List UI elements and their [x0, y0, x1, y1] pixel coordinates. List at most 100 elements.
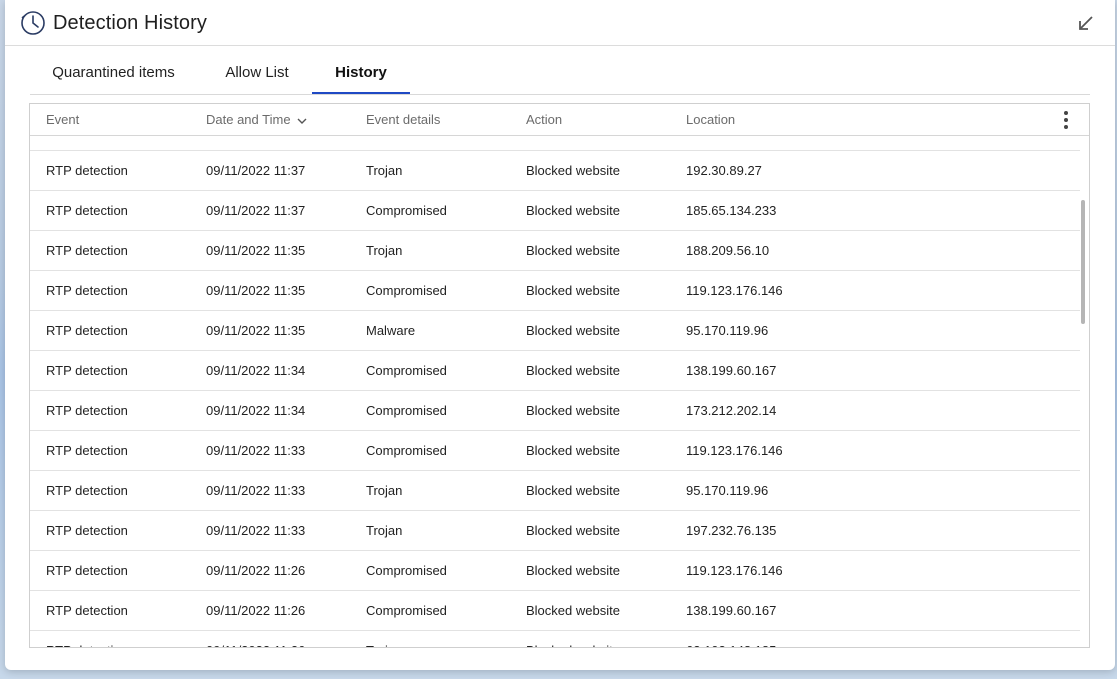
row-divider: [30, 150, 1080, 151]
cell-action: Blocked website: [526, 363, 620, 378]
cell-event-details: Trojan: [366, 163, 403, 178]
cell-event: RTP detection: [46, 363, 128, 378]
cell-date-time: 09/11/2022 11:26: [206, 563, 306, 578]
table-row[interactable]: RTP detection 09/11/2022 11:34 Compromised…: [30, 391, 1080, 431]
cell-event: RTP detection: [46, 631, 128, 647]
table-row[interactable]: RTP detection 09/11/2022 11:33 Trojan Block…: [30, 471, 1080, 511]
history-table: Event Date and Time Event details Action…: [29, 103, 1090, 648]
vertical-ellipsis-icon[interactable]: [1063, 110, 1069, 130]
page-title: Detection History: [53, 12, 207, 34]
cell-location: 192.30.89.27: [686, 163, 762, 178]
tab-quarantined-items[interactable]: Quarantined items: [51, 46, 176, 94]
table-row[interactable]: RTP detection 09/11/2022 11:37 Compromised…: [30, 191, 1080, 231]
table-row[interactable]: RTP detection 09/11/2022 11:26 Trojan Block…: [30, 631, 1080, 647]
table-row[interactable]: RTP detection 09/11/2022 11:35 Compromised…: [30, 271, 1080, 311]
cell-event: RTP detection: [46, 203, 128, 218]
cell-location: 173.212.202.14: [686, 403, 777, 418]
tab-allow-list[interactable]: Allow List: [220, 46, 294, 94]
cell-event: RTP detection: [46, 563, 128, 578]
cell-event-details: Trojan: [366, 243, 403, 258]
table-body: RTP detection 09/11/2022 11:37 Trojan Block…: [30, 136, 1080, 647]
cell-date-time: 09/11/2022 11:26: [206, 603, 306, 618]
cell-location: 119.123.176.146: [686, 563, 783, 578]
cell-action: Blocked website: [526, 523, 620, 538]
cell-event-details: Compromised: [366, 403, 447, 418]
cell-event-details: Trojan: [366, 523, 403, 538]
tabs-divider: [30, 94, 1090, 95]
cell-action: Blocked website: [526, 163, 620, 178]
chevron-down-icon: [297, 118, 307, 124]
cell-date-time: 09/11/2022 11:26: [206, 631, 305, 647]
cell-event: RTP detection: [46, 523, 128, 538]
cell-date-time: 09/11/2022 11:34: [206, 363, 306, 378]
cell-date-time: 09/11/2022 11:35: [206, 283, 306, 298]
cell-date-time: 09/11/2022 11:37: [206, 203, 306, 218]
table-row[interactable]: RTP detection 09/11/2022 11:33 Compromised…: [30, 431, 1080, 471]
cell-location: 119.123.176.146: [686, 443, 783, 458]
cell-event-details: Trojan: [366, 483, 403, 498]
scrollbar-thumb[interactable]: [1081, 200, 1085, 324]
vertical-scrollbar[interactable]: [1079, 138, 1087, 646]
table-row[interactable]: RTP detection 09/11/2022 11:35 Trojan Block…: [30, 231, 1080, 271]
cell-event: RTP detection: [46, 163, 128, 178]
cell-location: 197.232.76.135: [686, 523, 777, 538]
cell-location: 62.102.148.185: [686, 631, 776, 647]
cell-event-details: Trojan: [366, 631, 402, 647]
cell-location: 138.199.60.167: [686, 363, 777, 378]
cell-action: Blocked website: [526, 631, 620, 647]
detection-history-window: Detection History Quarantined items Allo…: [5, 0, 1115, 670]
cell-date-time: 09/11/2022 11:37: [206, 163, 306, 178]
arrow-down-left-icon[interactable]: [1077, 14, 1095, 32]
cell-location: 119.123.176.146: [686, 283, 783, 298]
cell-event: RTP detection: [46, 243, 128, 258]
cell-date-time: 09/11/2022 11:33: [206, 523, 306, 538]
column-header-date-and-time[interactable]: Date and Time: [206, 104, 307, 136]
cell-event: RTP detection: [46, 403, 128, 418]
cell-date-time: 09/11/2022 11:33: [206, 483, 306, 498]
clock-icon: [21, 11, 45, 35]
cell-event-details: Compromised: [366, 203, 447, 218]
cell-action: Blocked website: [526, 243, 620, 258]
cell-action: Blocked website: [526, 443, 620, 458]
cell-action: Blocked website: [526, 323, 620, 338]
table-row[interactable]: RTP detection 09/11/2022 11:33 Trojan Block…: [30, 511, 1080, 551]
cell-event: RTP detection: [46, 323, 128, 338]
table-row[interactable]: RTP detection 09/11/2022 11:26 Compromised…: [30, 591, 1080, 631]
cell-location: 185.65.134.233: [686, 203, 777, 218]
title-bar: Detection History: [5, 0, 1115, 46]
cell-event: RTP detection: [46, 483, 128, 498]
column-header-location[interactable]: Location: [686, 104, 735, 136]
table-row[interactable]: RTP detection 09/11/2022 11:26 Compromised…: [30, 551, 1080, 591]
cell-event: RTP detection: [46, 443, 128, 458]
tab-bar: Quarantined items Allow List History: [30, 46, 1090, 95]
column-header-event-details[interactable]: Event details: [366, 104, 440, 136]
cell-event-details: Compromised: [366, 603, 447, 618]
cell-action: Blocked website: [526, 483, 620, 498]
tab-history[interactable]: History: [312, 46, 410, 95]
cell-date-time: 09/11/2022 11:33: [206, 443, 306, 458]
cell-action: Blocked website: [526, 283, 620, 298]
cell-action: Blocked website: [526, 203, 620, 218]
cell-event-details: Compromised: [366, 283, 447, 298]
cell-date-time: 09/11/2022 11:35: [206, 243, 306, 258]
cell-event: RTP detection: [46, 283, 128, 298]
cell-location: 138.199.60.167: [686, 603, 777, 618]
table-row[interactable]: RTP detection 09/11/2022 11:35 Malware Bloc…: [30, 311, 1080, 351]
cell-event-details: Compromised: [366, 563, 447, 578]
cell-location: 188.209.56.10: [686, 243, 770, 258]
cell-event-details: Compromised: [366, 363, 447, 378]
cell-action: Blocked website: [526, 563, 620, 578]
table-row[interactable]: RTP detection 09/11/2022 11:37 Trojan Block…: [30, 151, 1080, 191]
cell-date-time: 09/11/2022 11:34: [206, 403, 306, 418]
cell-event-details: Malware: [366, 323, 416, 338]
cell-action: Blocked website: [526, 603, 620, 618]
cell-event: RTP detection: [46, 603, 128, 618]
cell-location: 95.170.119.96: [686, 323, 769, 338]
column-header-event[interactable]: Event: [46, 104, 79, 136]
cell-location: 95.170.119.96: [686, 483, 769, 498]
cell-action: Blocked website: [526, 403, 620, 418]
column-header-action[interactable]: Action: [526, 104, 562, 136]
cell-event-details: Compromised: [366, 443, 447, 458]
cell-date-time: 09/11/2022 11:35: [206, 323, 306, 338]
table-row[interactable]: RTP detection 09/11/2022 11:34 Compromised…: [30, 351, 1080, 391]
